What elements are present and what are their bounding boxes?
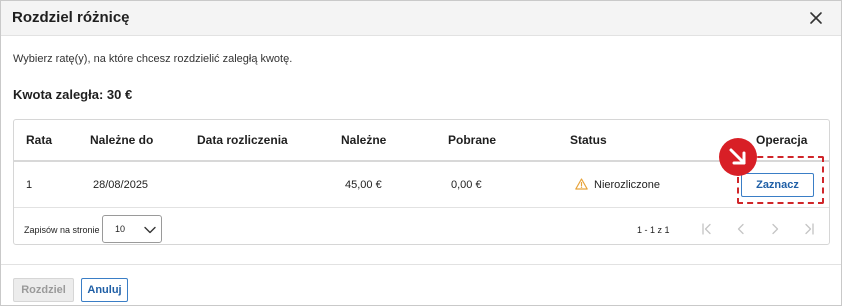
column-header-status: Status: [570, 133, 607, 147]
cell-collected: 0,00 €: [451, 179, 482, 191]
page-range: 1 - 1 z 1: [637, 225, 670, 235]
column-header-collected: Pobrane: [448, 133, 497, 147]
previous-page-icon[interactable]: [734, 222, 748, 236]
per-page-label: Zapisów na stronie: [24, 225, 100, 235]
column-header-rata: Rata: [26, 133, 53, 147]
column-header-operation: Operacja: [756, 133, 808, 147]
cell-rata: 1: [26, 179, 33, 191]
split-difference-dialog: Rozdziel różnicę Wybierz ratę(y), na któ…: [0, 0, 842, 306]
column-header-due-amount: Należne: [341, 133, 387, 147]
cell-due-date: 28/08/2025: [93, 179, 149, 191]
last-page-icon[interactable]: [802, 222, 816, 236]
column-header-due-date: Należne do: [90, 133, 154, 147]
dialog-header: Rozdziel różnicę: [1, 1, 841, 36]
pointer-badge: [719, 138, 757, 176]
arrow-down-right-icon: [729, 148, 746, 165]
row-divider: [14, 207, 829, 208]
footer-divider: [1, 264, 841, 265]
cancel-button[interactable]: Anuluj: [81, 278, 128, 302]
close-button[interactable]: [805, 7, 827, 29]
instruction-text: Wybierz ratę(y), na które chcesz rozdzie…: [13, 53, 293, 65]
installments-table: Rata Należne do Data rozliczenia Należne…: [13, 119, 830, 245]
header-divider: [14, 160, 829, 162]
cell-status: Nierozliczone: [594, 179, 661, 191]
due-amount: Kwota zaległa: 30 €: [13, 87, 133, 102]
cell-due-amount: 45,00 €: [345, 179, 382, 191]
per-page-value: 10: [115, 224, 126, 234]
chevron-down-icon: [144, 226, 156, 234]
distribute-button[interactable]: Rozdziel: [13, 278, 74, 302]
close-icon: [810, 12, 822, 24]
warning-icon: [575, 178, 588, 190]
first-page-icon[interactable]: [700, 222, 714, 236]
dialog-title: Rozdziel różnicę: [12, 9, 130, 26]
per-page-select[interactable]: 10: [102, 215, 162, 243]
column-header-settlement-date: Data rozliczenia: [197, 133, 288, 147]
next-page-icon[interactable]: [768, 222, 782, 236]
